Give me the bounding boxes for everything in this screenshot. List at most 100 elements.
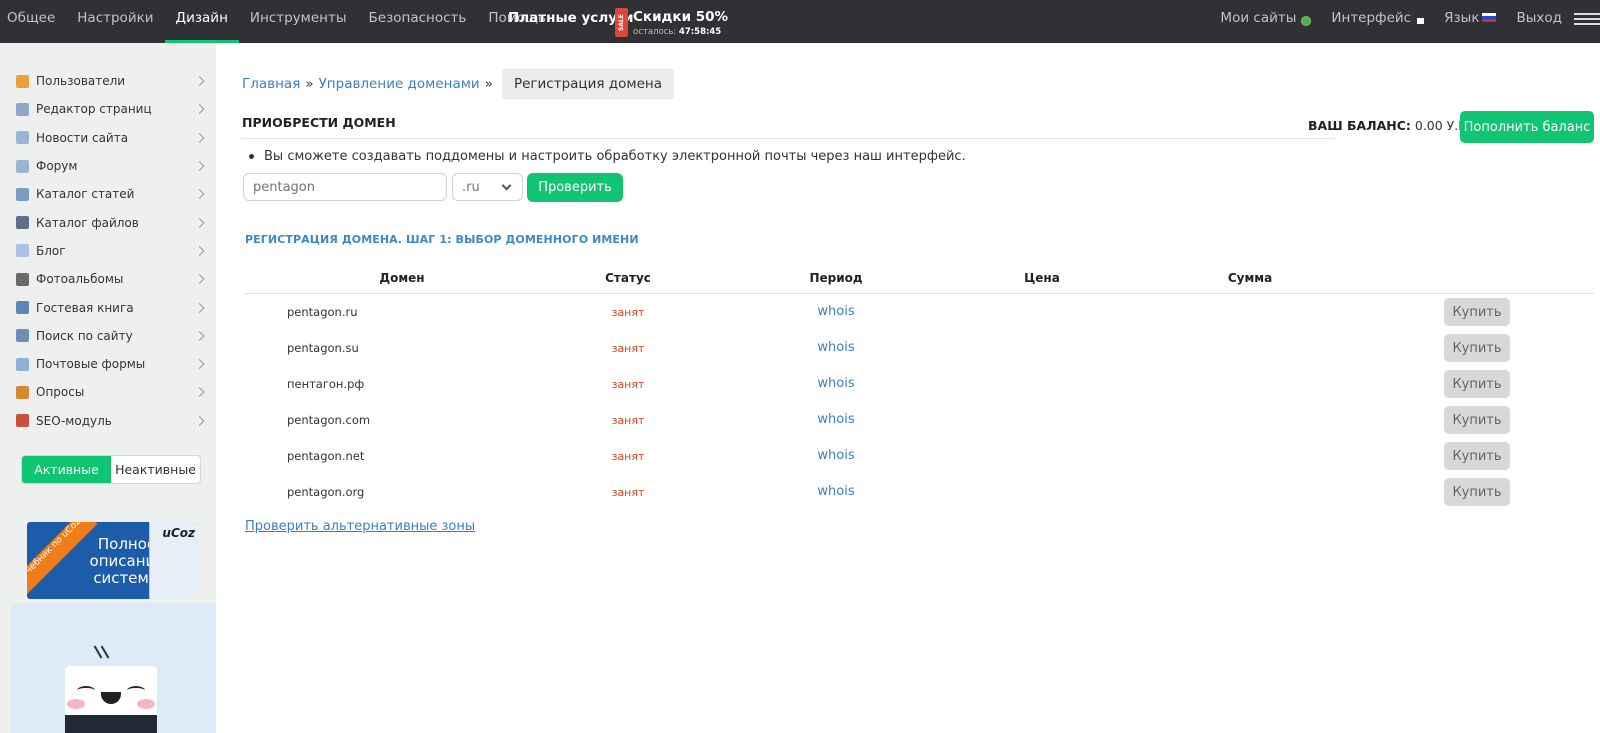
sidebar-item-label: Каталог статей xyxy=(36,187,135,202)
buy-button[interactable]: Купить xyxy=(1444,406,1510,434)
table-header: Домен Статус Период Цена Сумма xyxy=(244,263,1594,294)
remain-time: 47:58:45 xyxy=(678,27,722,37)
table-row: пентагон.рф занят whois Купить xyxy=(244,366,1594,402)
banner-logo: uCoz xyxy=(162,526,195,540)
sidebar-item-label: Каталог файлов xyxy=(36,215,139,230)
sidebar-item-page-editor[interactable]: Редактор страниц xyxy=(0,95,216,123)
breadcrumb-domains[interactable]: Управление доменами xyxy=(319,76,480,92)
chevron-right-icon xyxy=(194,274,205,285)
domain-name: пентагон.рф xyxy=(287,377,365,391)
alternative-zones-link[interactable]: Проверить альтернативные зоны xyxy=(245,519,475,534)
whois-link[interactable]: whois xyxy=(817,376,854,391)
discount-timer: осталось: 47:58:45 xyxy=(633,27,721,37)
remain-label: осталось: xyxy=(633,27,677,37)
sidebar-item-guestbook[interactable]: Гостевая книга xyxy=(0,293,216,321)
sidebar-item-forum[interactable]: Форум xyxy=(0,152,216,180)
sidebar-item-articles[interactable]: Каталог статей xyxy=(0,180,216,208)
interface-link[interactable]: Интерфейс xyxy=(1321,0,1434,37)
mascot-illustration xyxy=(11,603,216,733)
main-content: Главная » Управление доменами » Регистра… xyxy=(216,43,1600,733)
buy-button[interactable]: Купить xyxy=(1444,478,1510,506)
sidebar-item-files[interactable]: Каталог файлов xyxy=(0,208,216,236)
sidebar-item-news[interactable]: Новости сайта xyxy=(0,124,216,152)
sidebar-item-seo[interactable]: SEO-модуль xyxy=(0,407,216,435)
sidebar-item-label: Поиск по сайту xyxy=(36,328,133,343)
zone-select[interactable]: .ru xyxy=(452,173,523,201)
sidebar-item-photo[interactable]: Фотоальбомы xyxy=(0,265,216,293)
sidebar-item-users[interactable]: Пользователи xyxy=(0,67,216,95)
chevron-right-icon xyxy=(194,104,205,115)
buy-button[interactable]: Купить xyxy=(1444,442,1510,470)
sidebar-item-label: Гостевая книга xyxy=(36,300,134,315)
nav-design[interactable]: Дизайн xyxy=(164,0,240,43)
my-sites-link[interactable]: Мои сайты xyxy=(1210,0,1321,37)
buy-button[interactable]: Купить xyxy=(1444,298,1510,326)
toggle-active-button[interactable]: Активные xyxy=(22,456,111,483)
nav-security[interactable]: Безопасность xyxy=(358,0,478,43)
discount-link[interactable]: Скидки 50% xyxy=(633,9,728,25)
topup-balance-button[interactable]: Пополнить баланс xyxy=(1460,111,1594,143)
language-label: Язык xyxy=(1444,10,1480,26)
table-row: pentagon.org занят whois Купить xyxy=(244,474,1594,510)
balance-label: ВАШ БАЛАНС: xyxy=(1308,118,1411,133)
domain-status: занят xyxy=(611,450,645,463)
menu-line xyxy=(1574,13,1600,15)
sidebar-item-polls[interactable]: Опросы xyxy=(0,378,216,406)
breadcrumb-home[interactable]: Главная xyxy=(242,76,300,92)
page-editor-icon xyxy=(16,102,29,116)
tutorial-banner[interactable]: Учебник по uCoz Полное описание системы … xyxy=(27,522,199,599)
chevron-down-icon xyxy=(501,180,512,191)
breadcrumb-current: Регистрация домена xyxy=(501,69,674,99)
blog-icon xyxy=(16,244,29,258)
forum-icon xyxy=(16,159,29,173)
balance-display: ВАШ БАЛАНС: 0.00 У.Е. xyxy=(1308,118,1470,133)
buy-button[interactable]: Купить xyxy=(1444,370,1510,398)
domain-name: pentagon.net xyxy=(287,449,365,463)
top-bar: Общее Настройки Дизайн Инструменты Безоп… xyxy=(0,0,1600,43)
mascot-cheek xyxy=(67,699,85,709)
guestbook-icon xyxy=(16,301,29,315)
chevron-right-icon xyxy=(194,330,205,341)
whois-link[interactable]: whois xyxy=(817,412,854,427)
sidebar-item-blog[interactable]: Блог xyxy=(0,237,216,265)
menu-icon[interactable] xyxy=(1572,0,1600,37)
mascot-body xyxy=(65,715,157,733)
interface-label: Интерфейс xyxy=(1331,10,1412,26)
domain-status: занят xyxy=(611,342,645,355)
chevron-right-icon xyxy=(194,245,205,256)
chevron-right-icon xyxy=(194,415,205,426)
whois-link[interactable]: whois xyxy=(817,484,854,499)
mascot-eye xyxy=(77,686,95,695)
sidebar-item-label: Новости сайта xyxy=(36,130,129,145)
chevron-right-icon xyxy=(194,189,205,200)
sidebar-item-label: Почтовые формы xyxy=(36,357,146,372)
whois-link[interactable]: whois xyxy=(817,340,854,355)
toggle-inactive-button[interactable]: Неактивные xyxy=(111,456,200,483)
domain-status: занят xyxy=(611,378,645,391)
sidebar-item-label: Блог xyxy=(36,243,66,258)
logout-link[interactable]: Выход xyxy=(1506,0,1572,37)
language-link[interactable]: Язык xyxy=(1434,0,1506,37)
mascot-mouth xyxy=(101,692,121,704)
buy-button[interactable]: Купить xyxy=(1444,334,1510,362)
chevron-right-icon xyxy=(194,132,205,143)
whois-link[interactable]: whois xyxy=(817,304,854,319)
breadcrumb: Главная » Управление доменами » Регистра… xyxy=(242,69,674,99)
nav-tools[interactable]: Инструменты xyxy=(239,0,358,43)
breadcrumb-separator: » xyxy=(305,76,314,92)
note-text: Вы сможете создавать поддомены и настрои… xyxy=(264,149,966,164)
files-icon xyxy=(16,216,29,230)
articles-icon xyxy=(16,187,29,201)
sidebar-item-mail[interactable]: Почтовые формы xyxy=(0,350,216,378)
domain-status: занят xyxy=(611,486,645,499)
sidebar-item-search[interactable]: Поиск по сайту xyxy=(0,322,216,350)
whois-link[interactable]: whois xyxy=(817,448,854,463)
nav-general[interactable]: Общее xyxy=(0,0,66,43)
info-note: Вы сможете создавать поддомены и настрои… xyxy=(242,149,966,164)
nav-settings[interactable]: Настройки xyxy=(66,0,164,43)
modules-toggle: Активные Неактивные xyxy=(21,455,201,484)
chevron-right-icon xyxy=(194,359,205,370)
domain-search-input[interactable] xyxy=(243,173,447,201)
photo-icon xyxy=(16,272,29,286)
check-button[interactable]: Проверить xyxy=(527,173,623,202)
